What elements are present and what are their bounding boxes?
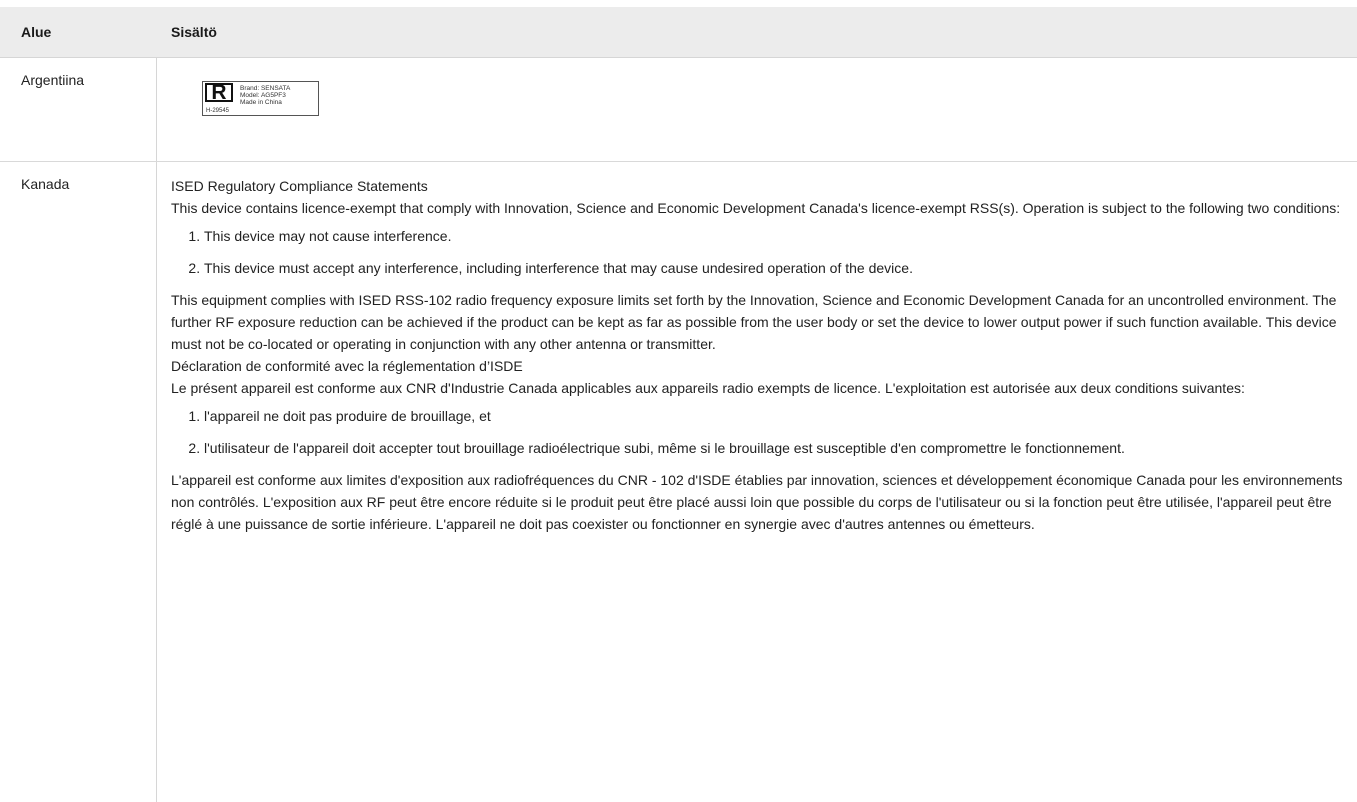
header-content: Sisältö bbox=[171, 24, 217, 40]
list-item: l'utilisateur de l'appareil doit accepte… bbox=[204, 437, 1351, 459]
r-mark-icon: R bbox=[205, 82, 233, 103]
fr-rf-statement: L'appareil est conforme aux limites d'ex… bbox=[171, 472, 1343, 532]
region-cell: Argentiina bbox=[0, 58, 157, 161]
regulatory-label-image: R Brand: SENSATA Model: AG5PF3 Made in C… bbox=[202, 81, 319, 116]
en-title: ISED Regulatory Compliance Statements bbox=[171, 178, 428, 194]
en-conditions-list: This device may not cause interference. … bbox=[171, 225, 1351, 279]
fr-conditions-list: l'appareil ne doit pas produire de broui… bbox=[171, 405, 1351, 459]
label-origin: Made in China bbox=[240, 99, 282, 106]
content-cell: R Brand: SENSATA Model: AG5PF3 Made in C… bbox=[157, 58, 1357, 161]
header-region: Alue bbox=[21, 24, 52, 40]
list-item: This device may not cause interference. bbox=[204, 225, 1351, 247]
fr-intro: Le présent appareil est conforme aux CNR… bbox=[171, 380, 1245, 396]
table-row-canada: Kanada ISED Regulatory Compliance Statem… bbox=[0, 162, 1357, 802]
en-rf-statement: This equipment complies with ISED RSS-10… bbox=[171, 292, 1337, 352]
content-cell: ISED Regulatory Compliance Statements Th… bbox=[157, 162, 1357, 802]
label-code: H-29545 bbox=[206, 108, 230, 114]
region-name: Argentiina bbox=[21, 72, 85, 88]
fr-title: Déclaration de conformité avec la réglem… bbox=[171, 358, 523, 374]
region-name: Kanada bbox=[21, 176, 70, 192]
compliance-table: Alue Sisältö Argentiina R Brand: SENSATA… bbox=[0, 7, 1357, 802]
table-row-argentina: Argentiina R Brand: SENSATA Model: AG5PF… bbox=[0, 58, 1357, 162]
list-item: This device must accept any interference… bbox=[204, 257, 1351, 279]
table-header-row: Alue Sisältö bbox=[0, 7, 1357, 58]
list-item: l'appareil ne doit pas produire de broui… bbox=[204, 405, 1351, 427]
region-cell: Kanada bbox=[0, 162, 157, 802]
label-brand: Brand: SENSATA bbox=[240, 85, 291, 92]
label-text: Brand: SENSATA Model: AG5PF3 Made in Chi… bbox=[240, 85, 290, 106]
en-intro: This device contains licence-exempt that… bbox=[171, 200, 1341, 216]
label-model: Model: AG5PF3 bbox=[240, 92, 286, 99]
